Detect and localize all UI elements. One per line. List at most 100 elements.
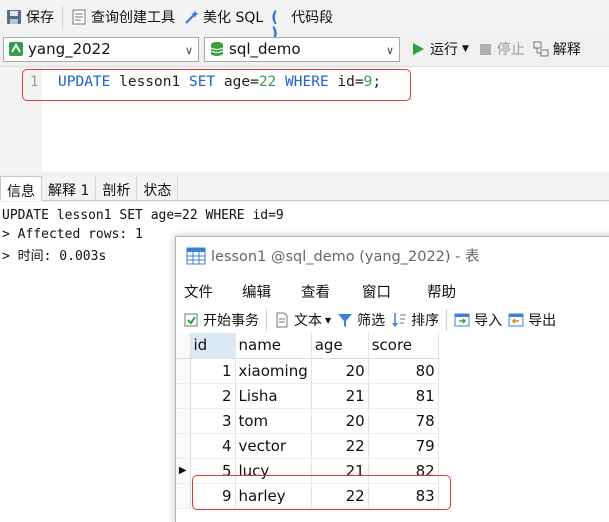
funnel-icon xyxy=(337,312,353,328)
row-selector[interactable] xyxy=(176,483,191,509)
cell-id[interactable]: 4 xyxy=(190,433,236,459)
server-select[interactable]: yang_2022 ∨ xyxy=(3,36,199,62)
row-selector[interactable] xyxy=(176,358,191,384)
table-row[interactable]: 2 Lisha 21 81 xyxy=(176,383,439,409)
export-button[interactable]: 导出 xyxy=(505,306,559,334)
cell-name[interactable]: tom xyxy=(235,408,312,434)
menu-view[interactable]: 查看 xyxy=(301,281,330,302)
row-selector[interactable] xyxy=(176,433,191,459)
tab-explain[interactable]: 解释 1 xyxy=(42,176,97,201)
current-row-pointer-icon: ▶ xyxy=(178,465,187,476)
menu-edit[interactable]: 编辑 xyxy=(242,281,271,302)
filter-button[interactable]: 筛选 xyxy=(334,306,388,334)
window-menubar: 文件 编辑 查看 窗口 帮助 xyxy=(176,279,609,303)
magic-wand-icon xyxy=(183,9,199,25)
caret-down-icon: ▼ xyxy=(325,315,332,325)
window-title-bar[interactable]: lesson1 @sql_demo (yang_2022) - 表 xyxy=(186,245,480,266)
main-toolbar: 保存 查询创建工具 美化 SQL ( ) 代码段 xyxy=(0,0,609,42)
begin-transaction-button[interactable]: 开始事务 xyxy=(180,306,262,334)
column-header-score[interactable]: score xyxy=(368,333,439,359)
tab-message[interactable]: 信息 xyxy=(0,176,42,201)
begin-transaction-label: 开始事务 xyxy=(203,313,259,329)
table-icon xyxy=(186,247,206,265)
toolbar-divider xyxy=(62,5,63,28)
database-icon xyxy=(209,41,225,57)
connection-bar: yang_2022 ∨ sql_demo ∨ 运行 ▼ 停止 解释 xyxy=(0,34,609,64)
beautify-sql-button[interactable]: 美化 SQL xyxy=(179,3,267,31)
toolbar-divider xyxy=(266,309,267,331)
table-row[interactable]: 4 vector 22 79 xyxy=(176,433,439,459)
table-row[interactable]: 3 tom 20 78 xyxy=(176,408,439,434)
export-label: 导出 xyxy=(528,313,557,329)
explain-label: 解释 xyxy=(552,42,581,58)
save-button[interactable]: 保存 xyxy=(2,3,58,31)
tab-profile[interactable]: 剖析 xyxy=(96,176,138,201)
run-label: 运行 xyxy=(430,42,458,58)
database-select[interactable]: sql_demo ∨ xyxy=(204,36,400,62)
stop-button[interactable]: 停止 xyxy=(473,35,529,63)
code-snippet-button[interactable]: ( ) 代码段 xyxy=(267,3,337,42)
explain-icon xyxy=(533,41,549,57)
cell-name[interactable]: vector xyxy=(235,433,312,459)
connection-icon xyxy=(8,41,24,57)
row-selector-header xyxy=(176,333,191,359)
query-builder-button[interactable]: 查询创建工具 xyxy=(67,3,179,31)
query-builder-label: 查询创建工具 xyxy=(91,9,175,26)
cell-score[interactable]: 81 xyxy=(368,383,439,409)
database-name: sql_demo xyxy=(229,40,301,58)
run-button[interactable]: 运行 ▼ xyxy=(406,35,473,63)
document-icon xyxy=(274,312,290,328)
cell-score[interactable]: 78 xyxy=(368,408,439,434)
cell-age[interactable]: 21 xyxy=(311,383,369,409)
sort-button[interactable]: 排序 xyxy=(388,306,442,334)
parentheses-icon: ( ) xyxy=(271,7,279,42)
cell-age[interactable]: 20 xyxy=(311,358,369,384)
chevron-down-icon: ∨ xyxy=(184,43,193,57)
sort-label: 排序 xyxy=(411,313,440,329)
cell-id[interactable]: 1 xyxy=(190,358,236,384)
message-line: > Affected rows: 1 xyxy=(2,227,143,242)
result-tabs: 信息 解释 1 剖析 状态 xyxy=(0,176,609,201)
sql-editor[interactable]: 1 UPDATE lesson1 SET age=22 WHERE id=9; xyxy=(0,66,609,173)
cell-age[interactable]: 20 xyxy=(311,408,369,434)
row-selector[interactable] xyxy=(176,408,191,434)
table-window: lesson1 @sql_demo (yang_2022) - 表 文件 编辑 … xyxy=(175,236,609,522)
table-row[interactable]: 1 xiaoming 20 80 xyxy=(176,358,439,384)
stop-label: 停止 xyxy=(496,42,525,58)
save-icon xyxy=(6,9,22,25)
cell-age[interactable]: 22 xyxy=(311,433,369,459)
import-button[interactable]: 导入 xyxy=(451,306,505,334)
code-snippet-label: 代码段 xyxy=(291,9,334,26)
highlight-box xyxy=(22,69,411,101)
import-label: 导入 xyxy=(474,313,503,329)
cell-score[interactable]: 80 xyxy=(368,358,439,384)
tab-status[interactable]: 状态 xyxy=(137,176,179,201)
menu-window[interactable]: 窗口 xyxy=(362,281,391,302)
text-view-button[interactable]: 文本 ▼ xyxy=(271,306,334,334)
menu-help[interactable]: 帮助 xyxy=(427,281,456,302)
caret-down-icon: ▼ xyxy=(462,44,469,54)
transaction-icon xyxy=(183,312,199,328)
text-label: 文本 xyxy=(294,313,322,329)
column-header-name[interactable]: name xyxy=(235,333,312,359)
message-line: > 时间: 0.003s xyxy=(2,249,107,264)
cell-score[interactable]: 79 xyxy=(368,433,439,459)
server-name: yang_2022 xyxy=(28,40,111,58)
save-label: 保存 xyxy=(26,9,54,26)
play-icon xyxy=(410,41,426,57)
column-header-age[interactable]: age xyxy=(311,333,369,359)
cell-name[interactable]: xiaoming xyxy=(235,358,312,384)
cell-id[interactable]: 3 xyxy=(190,408,236,434)
row-selector[interactable]: ▶ xyxy=(176,458,191,484)
explain-button[interactable]: 解释 xyxy=(529,35,585,63)
header-row: id name age score xyxy=(176,333,439,359)
cell-id[interactable]: 2 xyxy=(190,383,236,409)
menu-file[interactable]: 文件 xyxy=(184,281,213,302)
window-toolbar: 开始事务 文本 ▼ 筛选 排序 导入 导出 xyxy=(176,307,609,333)
column-header-id[interactable]: id xyxy=(190,333,236,359)
chevron-down-icon: ∨ xyxy=(385,43,394,57)
cell-name[interactable]: Lisha xyxy=(235,383,312,409)
row-selector[interactable] xyxy=(176,383,191,409)
export-icon xyxy=(508,312,524,328)
message-line: UPDATE lesson1 SET age=22 WHERE id=9 xyxy=(2,208,284,223)
